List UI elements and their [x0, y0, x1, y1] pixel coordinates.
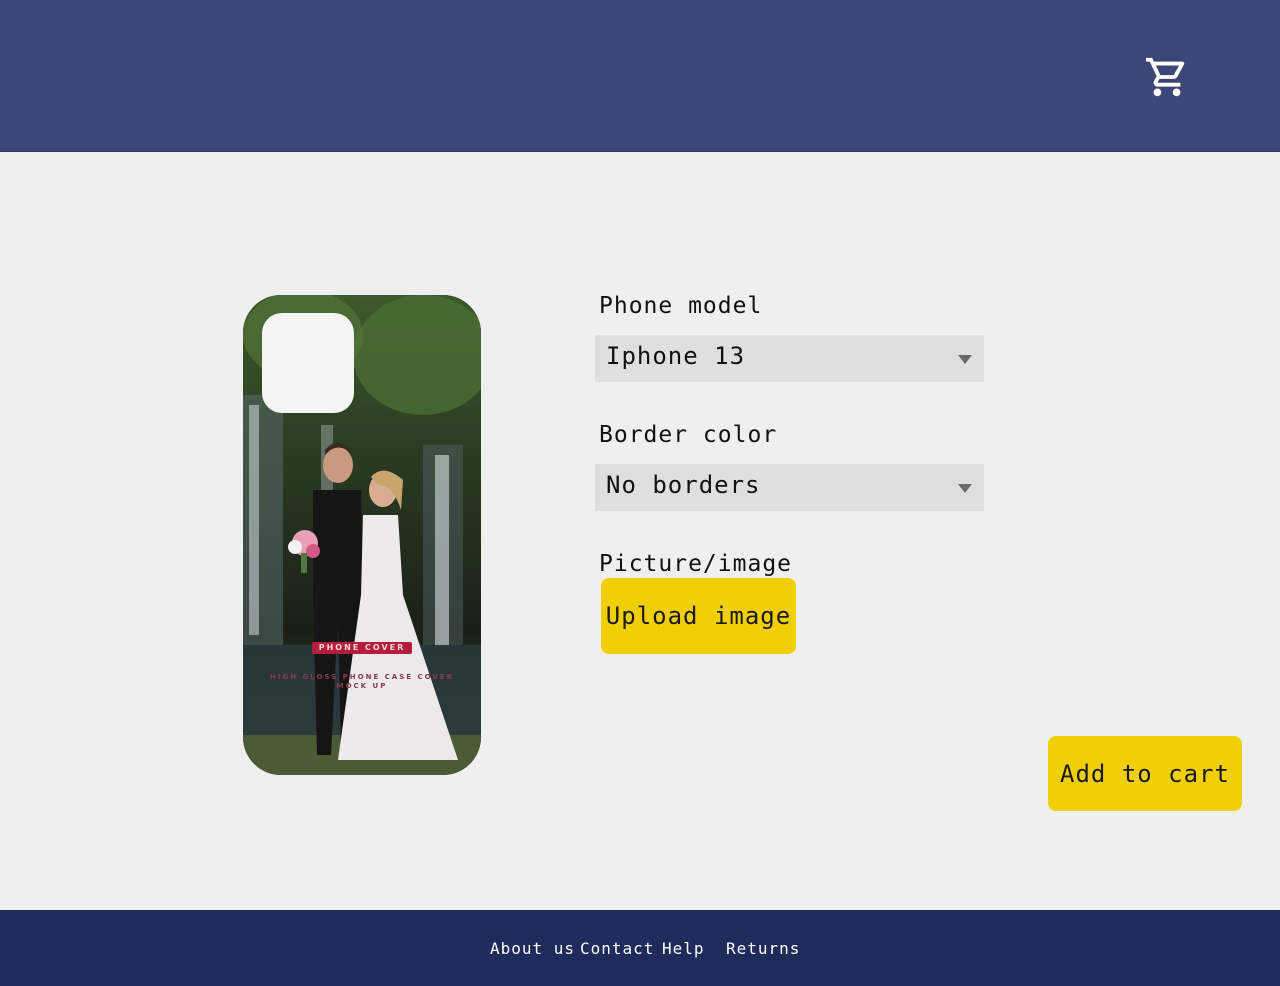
camera-cutout	[262, 313, 354, 413]
footer-link-returns[interactable]: Returns	[726, 939, 800, 958]
chevron-down-icon	[958, 355, 972, 364]
footer-bar: About us Contact Help Returns	[0, 910, 1280, 986]
phone-case-preview: PHONE COVER HIGH GLOSS PHONE CASE COVER …	[243, 295, 481, 775]
cart-button[interactable]	[1144, 54, 1190, 100]
picture-image-label: Picture/image	[599, 551, 793, 577]
header-bar	[0, 0, 1280, 152]
chevron-down-icon	[958, 484, 972, 493]
upload-image-button[interactable]: Upload image	[601, 578, 796, 654]
footer-link-about-us[interactable]: About us	[490, 939, 575, 958]
phone-model-select[interactable]: Iphone 13	[595, 335, 984, 382]
phone-model-label: Phone model	[599, 293, 763, 319]
phone-model-value: Iphone 13	[606, 342, 746, 370]
border-color-label: Border color	[599, 422, 778, 448]
footer-link-help[interactable]: Help	[662, 939, 705, 958]
border-color-select[interactable]: No borders	[595, 464, 984, 511]
footer-link-contact[interactable]: Contact	[580, 939, 654, 958]
border-color-value: No borders	[606, 471, 761, 499]
cover-badge: PHONE COVER	[312, 642, 412, 654]
shopping-cart-icon	[1145, 57, 1185, 97]
cover-subtitle: HIGH GLOSS PHONE CASE COVER MOCK UP	[270, 673, 454, 690]
add-to-cart-button[interactable]: Add to cart	[1048, 736, 1242, 811]
